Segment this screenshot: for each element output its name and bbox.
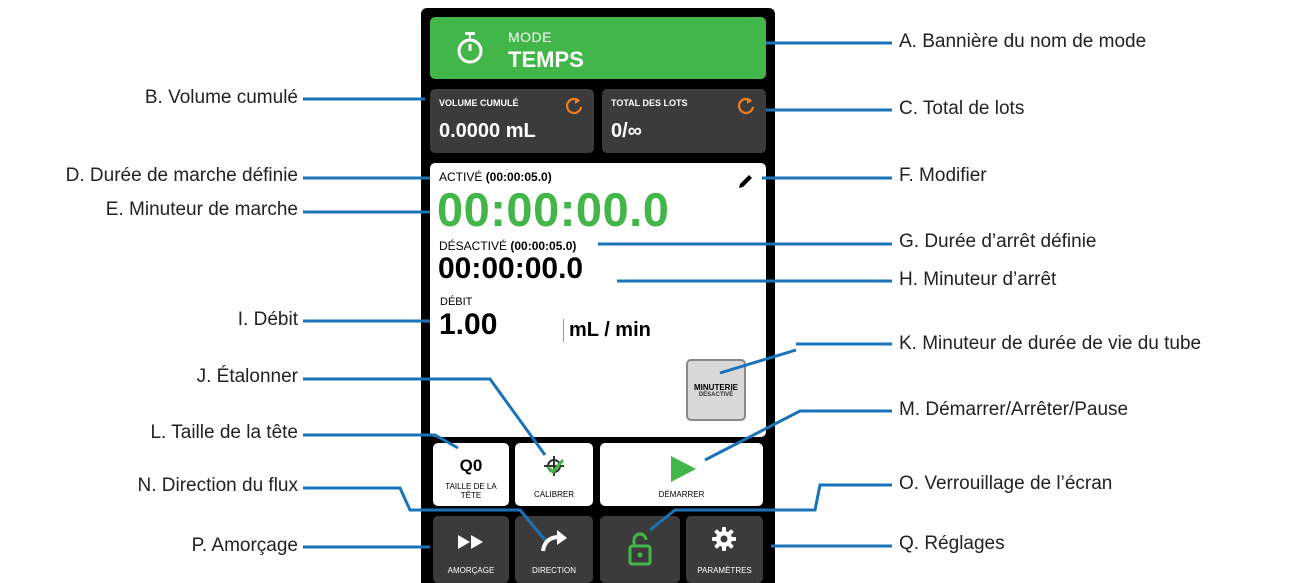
off-duration: DÉSACTIVÉ (00:00:05.0) <box>439 239 576 253</box>
off-label: DÉSACTIVÉ <box>439 239 508 253</box>
callout-m: M. Démarrer/Arrêter/Pause <box>899 399 1129 420</box>
batch-total-value: 0/∞ <box>611 120 642 142</box>
cumulative-volume-value: 0.0000 mL <box>439 120 536 142</box>
callout-a: A. Bannière du nom de mode <box>899 31 1147 52</box>
callout-f: F. Modifier <box>899 165 987 186</box>
head-size-label: TAILLE DE LA TÊTE <box>445 482 497 500</box>
settings-button[interactable]: PARAMÈTRES <box>686 516 763 583</box>
callout-o: O. Verrouillage de l’écran <box>899 473 1113 494</box>
flow-rate-value[interactable]: 1.00 <box>439 308 497 342</box>
callout-c: C. Total de lots <box>899 98 1025 119</box>
cumulative-volume-label: VOLUME CUMULÉ <box>439 98 519 108</box>
fast-forward-icon <box>458 535 483 549</box>
head-size-value: Q0 <box>459 456 483 475</box>
prime-label: AMORÇAGE <box>447 566 495 575</box>
callout-n: N. Direction du flux <box>137 475 298 496</box>
curved-arrow-icon <box>541 530 567 552</box>
tube-timer-label: MINUTERIE <box>694 383 738 392</box>
callout-l: L. Taille de la tête <box>150 422 298 443</box>
run-panel: ACTIVÉ (00:00:05.0) 00:00:00.0 DÉSACTIVÉ… <box>430 163 766 437</box>
play-icon <box>671 456 696 482</box>
mode-name: TEMPS <box>508 47 584 72</box>
callout-b: B. Volume cumulé <box>144 87 298 108</box>
cumulative-volume-panel: VOLUME CUMULÉ 0.0000 mL <box>430 89 594 153</box>
direction-button[interactable]: DIRECTION <box>515 516 593 583</box>
callout-p: P. Amorçage <box>191 535 298 556</box>
gear-icon <box>712 527 736 551</box>
callout-k: K. Minuteur de durée de vie du tube <box>899 333 1202 354</box>
batch-total-panel: TOTAL DES LOTS 0/∞ <box>602 89 766 153</box>
callout-i: I. Débit <box>237 309 298 330</box>
unlock-icon <box>628 532 652 566</box>
pump-screen: MODE TEMPS VOLUME CUMULÉ 0.0000 mL TOTAL… <box>421 8 775 583</box>
off-set-duration: (00:00:05.0) <box>510 239 577 253</box>
mode-banner: MODE TEMPS <box>430 17 766 79</box>
tube-timer-state: DÉSACTIVÉ <box>698 392 734 398</box>
mode-label: MODE <box>508 29 552 45</box>
calibrate-button[interactable]: CALIBRER <box>515 443 593 506</box>
run-timer: 00:00:00.0 <box>437 183 670 236</box>
calibrate-crosshair-icon <box>544 456 565 476</box>
tube-life-timer-button[interactable]: MINUTERIE DÉSACTIVÉ <box>686 359 746 421</box>
callout-j: J. Étalonner <box>196 366 298 387</box>
stopwatch-icon <box>457 32 483 64</box>
start-label: DÉMARRER <box>658 490 705 499</box>
flow-rate-unit[interactable]: mL / min <box>563 319 651 342</box>
batch-total-label: TOTAL DES LOTS <box>611 98 688 108</box>
callout-e: E. Minuteur de marche <box>105 199 298 220</box>
flow-rate-label: DÉBIT <box>440 296 473 308</box>
reset-volume-icon[interactable] <box>564 96 584 116</box>
prime-button[interactable]: AMORÇAGE <box>433 516 509 583</box>
head-size-button[interactable]: Q0 TAILLE DE LA TÊTE <box>433 443 509 506</box>
settings-label: PARAMÈTRES <box>697 566 752 575</box>
off-timer: 00:00:00.0 <box>438 252 584 285</box>
callout-d: D. Durée de marche définie <box>65 165 298 186</box>
callout-q: Q. Réglages <box>899 533 1005 554</box>
screen-lock-button[interactable] <box>600 516 680 583</box>
callout-g: G. Durée d’arrêt définie <box>899 231 1097 252</box>
callout-h: H. Minuteur d’arrêt <box>899 269 1057 290</box>
calibrate-label: CALIBRER <box>533 490 574 499</box>
start-button[interactable]: DÉMARRER <box>600 443 763 506</box>
direction-label: DIRECTION <box>532 566 576 575</box>
reset-batches-icon[interactable] <box>736 96 756 116</box>
pencil-icon[interactable] <box>736 173 754 191</box>
